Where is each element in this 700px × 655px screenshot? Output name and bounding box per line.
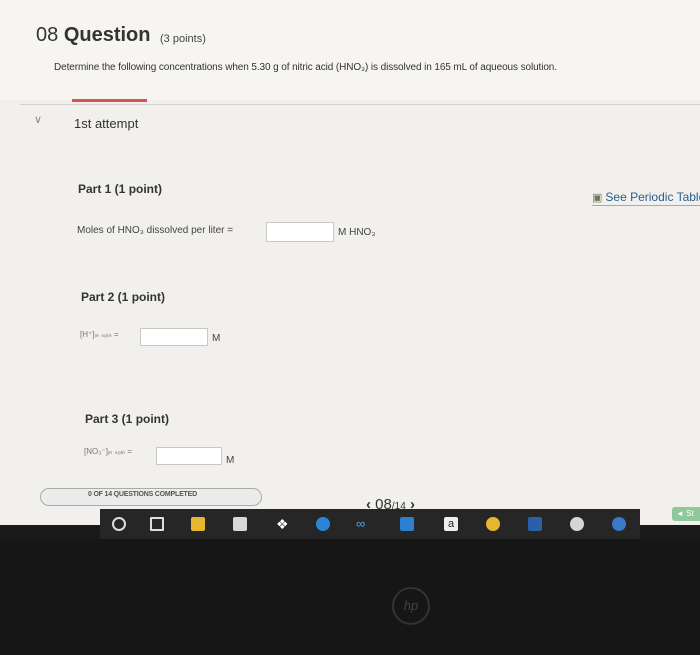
part-3-label: [NO₃⁻]ᵢₙ ₛₒₗₙ = <box>84 447 133 456</box>
question-header <box>0 0 700 100</box>
part-1-unit: M HNO₃ <box>338 227 376 238</box>
word-icon[interactable] <box>528 517 542 531</box>
part-2-answer-input[interactable] <box>140 328 208 346</box>
mail-icon[interactable] <box>400 517 414 531</box>
circle-icon[interactable] <box>112 517 126 531</box>
part-2-label: [H⁺]ᵢₙ ₛₒₗₙ = <box>80 330 119 339</box>
part-1-label: Moles of HNO₃ dissolved per liter = <box>77 225 234 236</box>
question-number: 08 <box>36 24 59 46</box>
part-2-title: Part 2 (1 point) <box>81 290 166 304</box>
dropbox-icon[interactable]: ❖ <box>276 517 290 531</box>
app-icon[interactable] <box>612 517 626 531</box>
laptop-bezel <box>0 539 700 655</box>
chrome-icon[interactable] <box>486 517 500 531</box>
chart-icon: ▣ <box>592 192 603 204</box>
music-icon[interactable] <box>570 517 584 531</box>
part-3-unit: M <box>226 455 235 466</box>
taskbar <box>100 509 640 539</box>
store-icon[interactable] <box>233 517 247 531</box>
file-explorer-icon[interactable] <box>191 517 205 531</box>
question-heading: 08 Question <box>36 24 150 47</box>
periodic-table-label: See Periodic Table <box>605 190 700 204</box>
infinity-icon[interactable]: ∞ <box>356 517 370 531</box>
part-1-answer-input[interactable] <box>266 222 334 242</box>
amazon-icon[interactable]: a <box>444 517 458 531</box>
chevron-down-icon[interactable]: ∨ <box>34 113 42 126</box>
question-prompt: Determine the following concentrations w… <box>54 62 557 73</box>
part-3-title: Part 3 (1 point) <box>85 412 170 426</box>
part-2-unit: M <box>212 333 221 344</box>
side-button[interactable]: ◄ St <box>672 507 700 521</box>
question-title: Question <box>63 24 151 46</box>
part-3-answer-input[interactable] <box>156 447 222 465</box>
progress-text: 0 OF 14 QUESTIONS COMPLETED <box>88 491 197 498</box>
active-attempt-indicator <box>72 99 147 102</box>
part-1-title: Part 1 (1 point) <box>78 182 163 196</box>
periodic-table-link[interactable]: ▣ See Periodic Table <box>592 190 700 206</box>
task-view-icon[interactable] <box>150 517 164 531</box>
divider <box>20 104 700 105</box>
attempt-label[interactable]: 1st attempt <box>74 116 138 131</box>
edge-icon[interactable] <box>316 517 330 531</box>
screen: 08 Question (3 points) Determine the fol… <box>0 0 700 525</box>
question-points: (3 points) <box>160 33 206 45</box>
hp-logo: hp <box>392 587 430 625</box>
